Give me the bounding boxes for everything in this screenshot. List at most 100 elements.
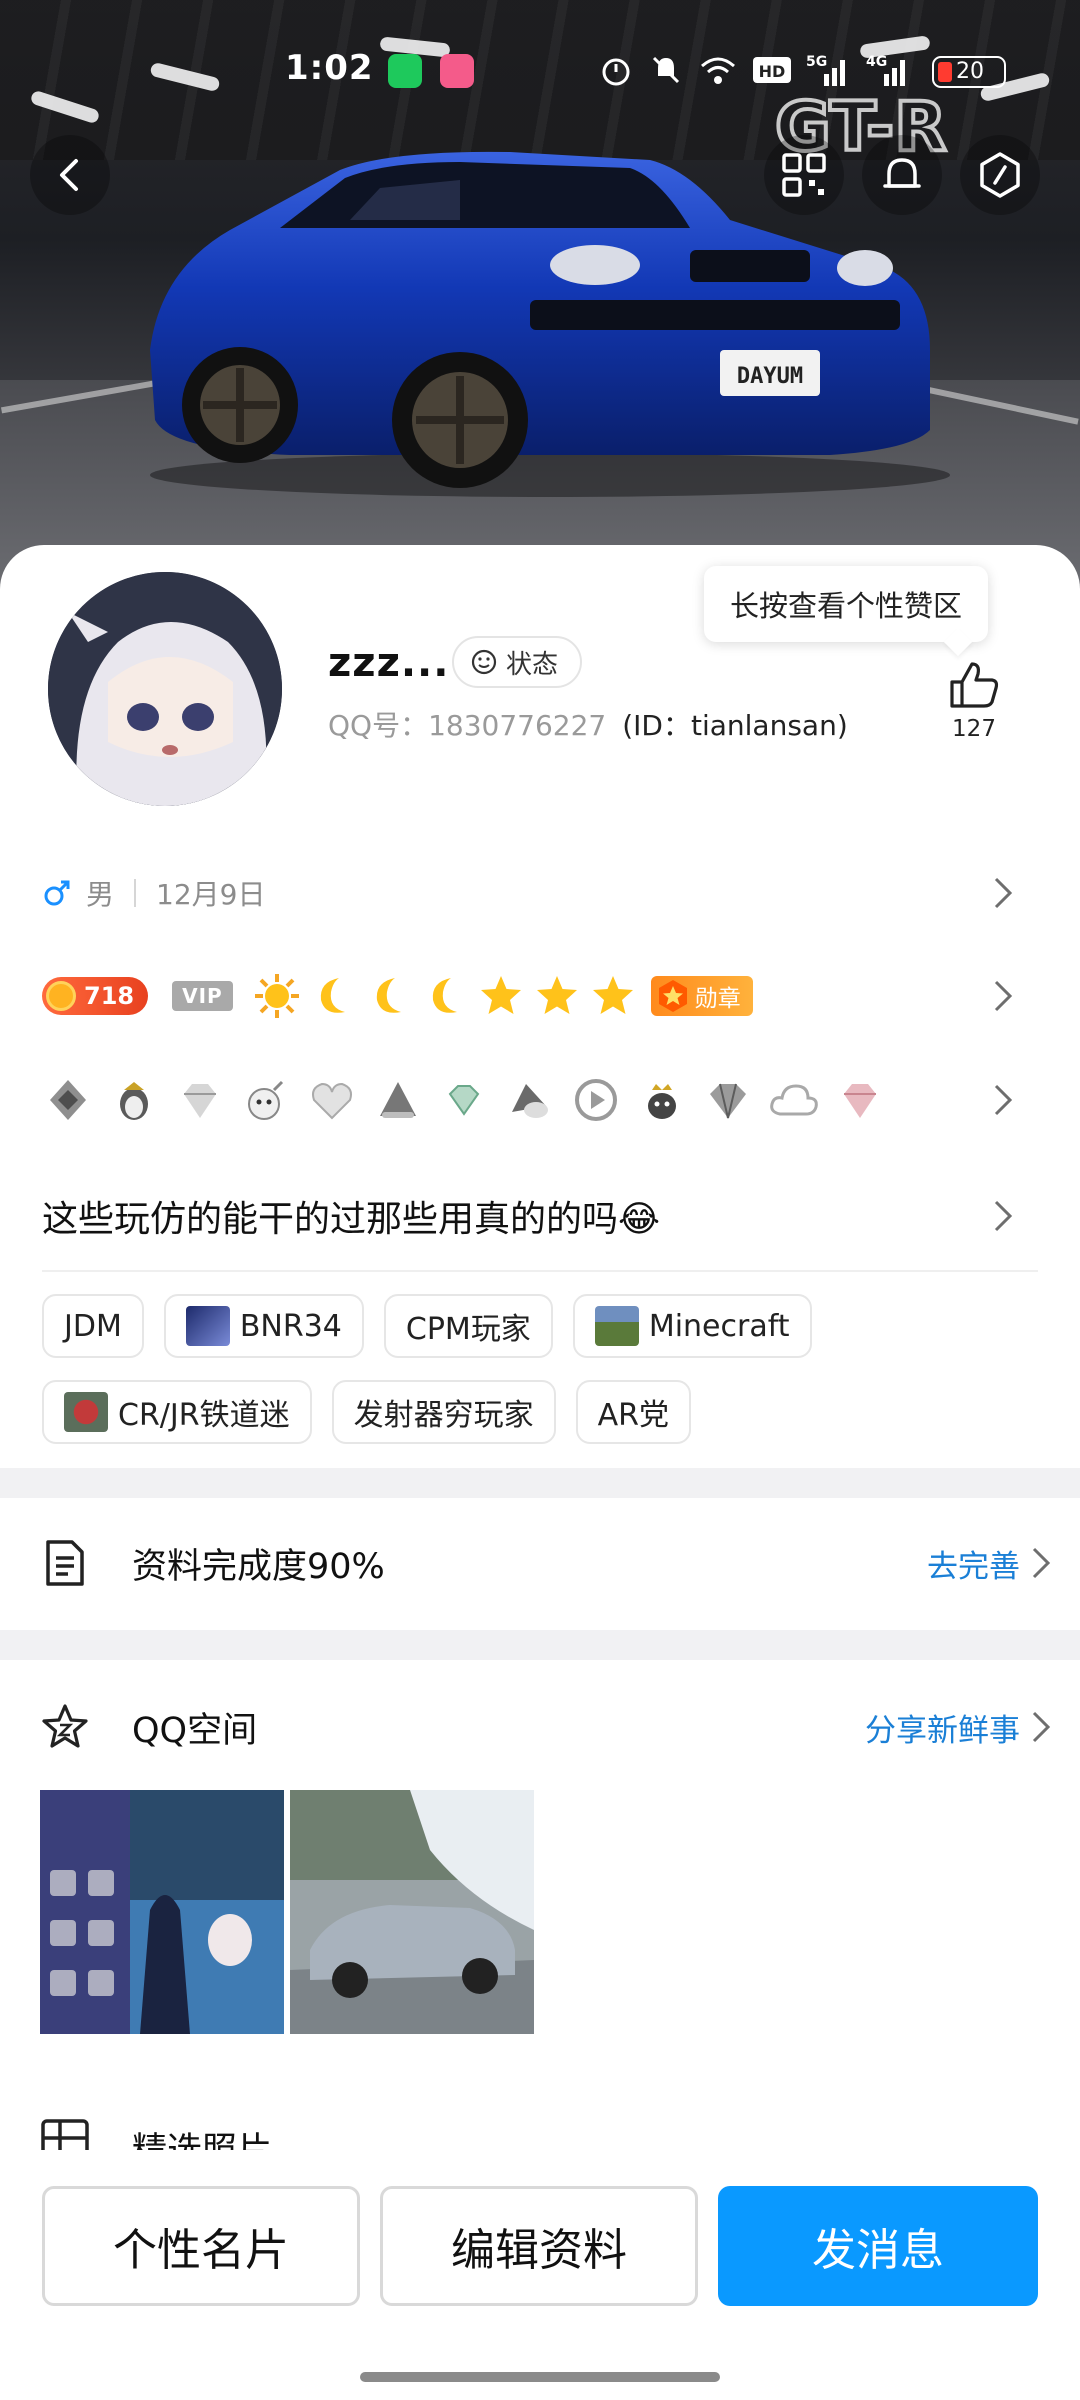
level-value: 718	[84, 982, 135, 1010]
chevron-left-icon	[60, 159, 78, 191]
diamond-icon	[174, 1074, 226, 1126]
badge-wall-row[interactable]	[42, 1070, 1038, 1130]
game-screenshot-image	[40, 1790, 284, 2034]
signature-text: 这些玩仿的能干的过那些用真的的吗😂	[42, 1199, 661, 1240]
medal-label: 勋章	[694, 986, 741, 1012]
status-icons: HD 5G 4G	[598, 52, 912, 88]
settings-button[interactable]	[960, 135, 1040, 215]
moon-level-icon	[376, 978, 401, 1013]
chevron-right-icon	[994, 980, 1013, 1012]
basic-info-row[interactable]: 男 12月9日	[42, 868, 1038, 918]
signature-row[interactable]: 这些玩仿的能干的过那些用真的的吗😂	[42, 1186, 1038, 1246]
chevron-right-icon	[994, 877, 1013, 909]
alarm-icon	[602, 58, 630, 86]
mute-icon	[652, 56, 680, 84]
notification-button[interactable]	[862, 135, 942, 215]
smiley-plus-icon	[471, 649, 497, 675]
signal-5g-icon: 5G	[806, 54, 845, 86]
bomb-icon	[240, 1074, 292, 1126]
level-row[interactable]: 718 VIP 勋章	[42, 968, 1038, 1024]
qq-number-line[interactable]: QQ号：1830776227 (ID：tianlansan)	[328, 704, 848, 744]
send-message-button[interactable]: 发消息	[718, 2186, 1038, 2306]
coin-icon	[46, 981, 76, 1011]
star-level-icon	[480, 976, 521, 1014]
tag-item[interactable]: AR党	[575, 1380, 691, 1444]
vip-badge: VIP	[172, 981, 233, 1011]
featured-photos-row[interactable]: 精选照片	[40, 2114, 1040, 2154]
qzone-star-icon	[42, 1704, 88, 1748]
medal-star-icon	[658, 980, 687, 1012]
profile-completion-row[interactable]: 资料完成度90% 去完善	[0, 1498, 1080, 1628]
tag-label: Minecraft	[648, 1308, 790, 1344]
qr-code-button[interactable]	[764, 135, 844, 215]
edit-profile-button[interactable]: 编辑资料	[380, 2186, 698, 2306]
status-time: 1:02	[285, 48, 374, 88]
divider	[42, 1270, 1038, 1272]
sun-level-icon	[254, 974, 299, 1018]
svg-text:HD: HD	[759, 62, 786, 81]
tag-thumbnail	[594, 1306, 639, 1346]
penguin-king-icon	[636, 1074, 688, 1126]
tag-label: CPM玩家	[405, 1312, 531, 1347]
section-gap	[0, 1630, 1080, 1660]
qzone-photos	[40, 1790, 534, 2034]
completion-title: 资料完成度90%	[132, 1546, 385, 1587]
moon-level-icon	[320, 978, 345, 1013]
tag-label: 发射器穷玩家	[353, 1398, 534, 1433]
chevron-right-icon	[1032, 1711, 1051, 1743]
section-gap	[0, 1468, 1080, 1498]
birthday: 12月9日	[156, 878, 266, 911]
notification-app-icon	[440, 54, 474, 88]
hd-icon: HD	[753, 57, 791, 83]
nickname[interactable]: zzz...	[328, 640, 449, 686]
license-plate: DAYUM	[737, 364, 803, 389]
share-post-link[interactable]: 分享新鲜事	[865, 1705, 1020, 1750]
status-button[interactable]: 状态	[452, 636, 583, 688]
tag-thumbnail	[64, 1392, 108, 1432]
tag-item[interactable]: Minecraft	[572, 1294, 812, 1358]
tag-label: CR/JR铁道迷	[118, 1398, 290, 1433]
tag-item[interactable]: 发射器穷玩家	[331, 1380, 556, 1444]
qzone-title: QQ空间	[132, 1710, 258, 1751]
hexagon-settings-icon	[980, 152, 1020, 198]
level-badge: 718	[42, 977, 149, 1015]
penguin-crown-icon	[42, 1074, 94, 1126]
car-game-screenshot-image	[290, 1790, 534, 2034]
tag-item[interactable]: CPM玩家	[383, 1294, 553, 1358]
star-level-icon	[536, 976, 577, 1014]
back-button[interactable]	[30, 135, 110, 215]
svg-text:4G: 4G	[866, 54, 887, 70]
star-level-icon	[592, 976, 633, 1014]
avatar[interactable]	[44, 568, 286, 810]
tag-thumbnail	[185, 1306, 230, 1346]
tag-item[interactable]: CR/JR铁道迷	[42, 1380, 312, 1444]
notification-app-icon	[388, 54, 422, 88]
chevron-right-icon	[994, 1084, 1013, 1116]
status-bar: 1:02 HD 5G 4G 20	[0, 40, 1080, 104]
profile-card-button[interactable]: 个性名片	[42, 2186, 360, 2306]
photo-grid-icon	[41, 2119, 89, 2154]
battery-icon: 20	[932, 56, 1006, 88]
bell-icon	[883, 158, 921, 188]
pink-diamond-icon	[834, 1074, 886, 1126]
penguin-cap-icon	[504, 1074, 556, 1126]
tag-item[interactable]: BNR34	[163, 1294, 364, 1358]
qzone-photo[interactable]	[290, 1790, 534, 2034]
home-indicator[interactable]	[360, 2372, 720, 2382]
interest-tags: JDM BNR34 CPM玩家 Minecraft CR/JR铁道迷 发射器穷玩…	[42, 1294, 1038, 1444]
avatar-image	[48, 572, 282, 806]
qq-id: (ID：tianlansan)	[622, 709, 848, 742]
qzone-photo[interactable]	[40, 1790, 284, 2034]
heart-icon	[306, 1074, 358, 1126]
tag-item[interactable]: JDM	[42, 1294, 144, 1358]
svg-text:5G: 5G	[806, 54, 827, 70]
like-button[interactable]	[946, 660, 1002, 714]
qzone-row[interactable]: QQ空间 分享新鲜事	[0, 1662, 1080, 1792]
chevron-right-icon	[1032, 1547, 1051, 1579]
qr-code-icon	[782, 153, 826, 197]
battery-level: 20	[956, 59, 984, 84]
medal-badge: 勋章	[650, 976, 753, 1016]
complete-profile-link[interactable]: 去完善	[927, 1541, 1020, 1586]
crystal-icon	[702, 1074, 754, 1126]
separator	[134, 879, 137, 907]
